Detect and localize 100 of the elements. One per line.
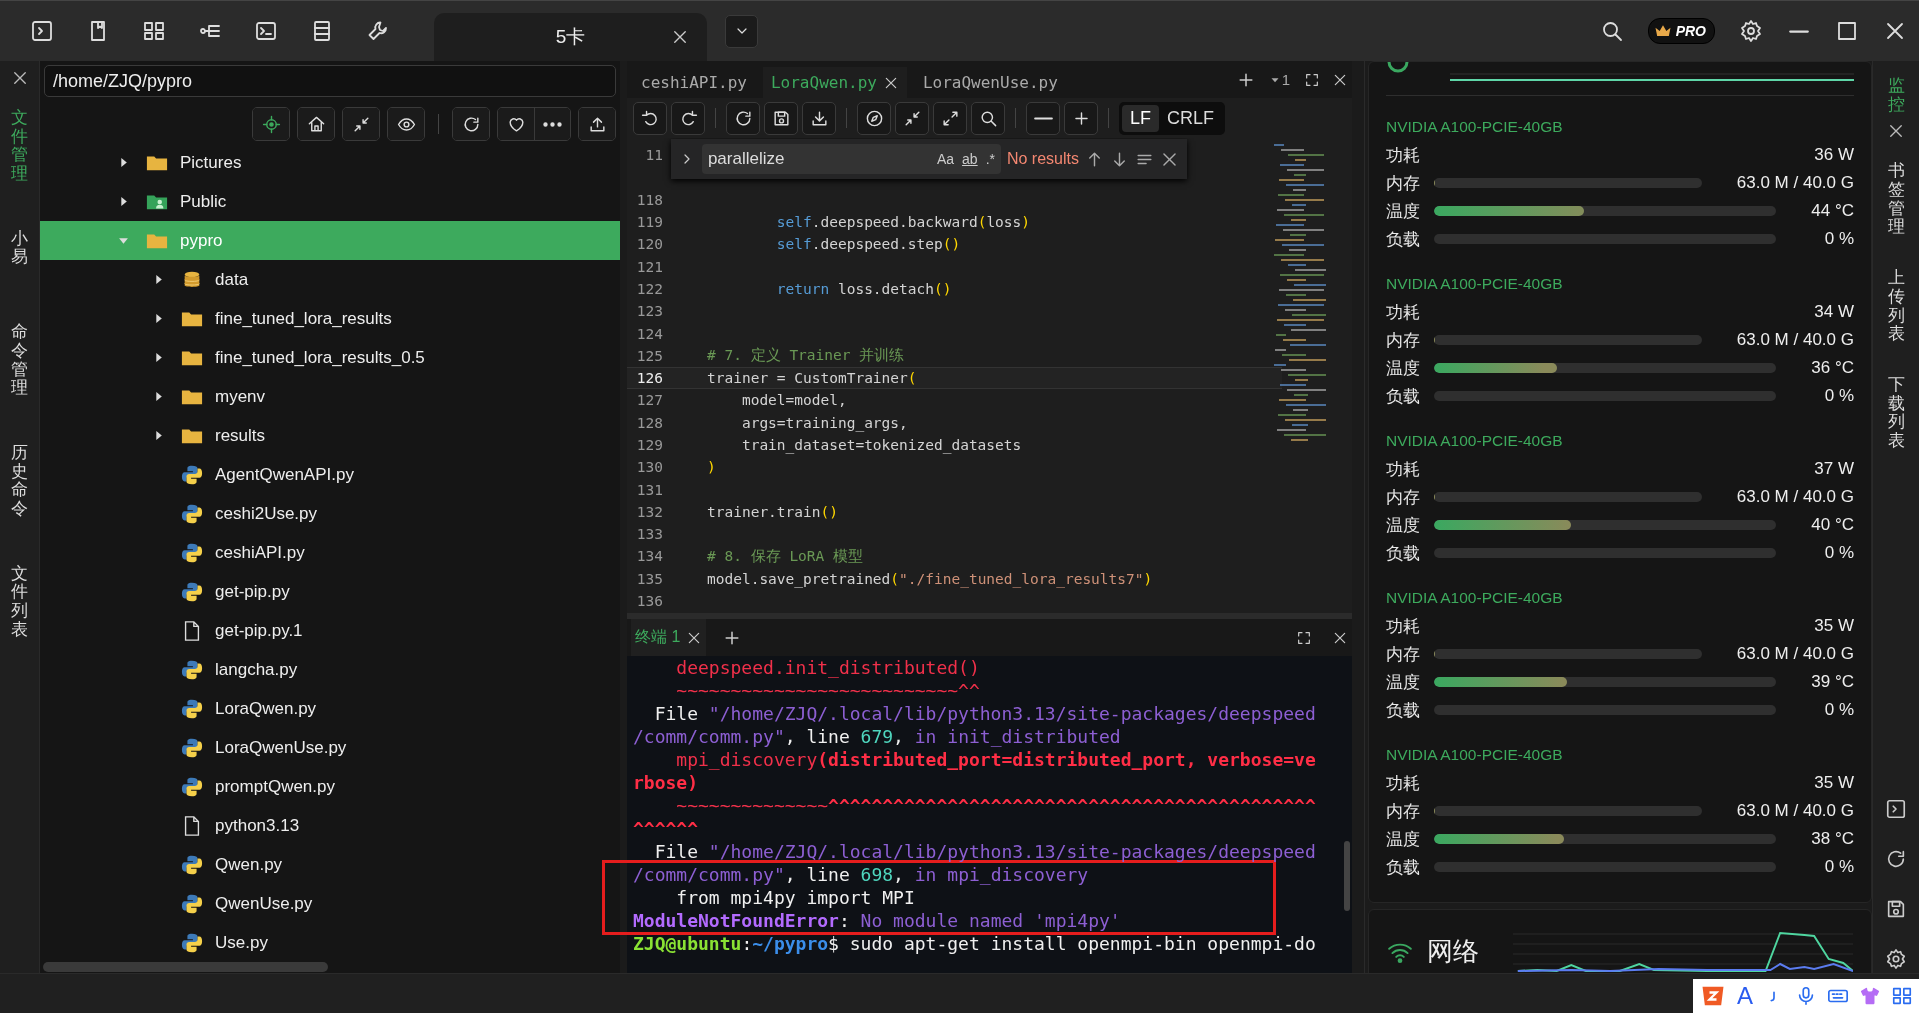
expand-arrow-icon[interactable] — [153, 430, 164, 441]
grid-icon[interactable] — [142, 19, 166, 43]
tree-item[interactable]: AgentQwenAPI.py — [40, 455, 620, 494]
wrench-icon[interactable] — [366, 19, 390, 43]
console-icon[interactable] — [254, 19, 278, 43]
tree-item[interactable]: langcha.py — [40, 650, 620, 689]
line-number: 128 — [635, 414, 663, 431]
tree-item[interactable]: Pictures — [40, 143, 620, 182]
more-button[interactable] — [534, 108, 570, 140]
tree-item[interactable]: get-pip.py.1 — [40, 611, 620, 650]
tree-item[interactable]: data — [40, 260, 620, 299]
line-number: 120 — [635, 236, 663, 253]
side-tab[interactable]: 监控 — [1887, 77, 1905, 115]
refresh-icon[interactable] — [1885, 848, 1907, 870]
side-tab[interactable]: 书签管理 — [1887, 162, 1905, 238]
save-button[interactable] — [764, 101, 798, 135]
find-field[interactable]: parallelize Aa ab .* — [701, 144, 1001, 174]
crosshair-icon — [261, 114, 281, 134]
home-button[interactable] — [298, 108, 334, 140]
redo-button[interactable] — [671, 101, 705, 135]
side-tab[interactable]: 命令管理 — [11, 323, 28, 398]
side-tab[interactable]: 下载列表 — [1887, 375, 1905, 451]
metric-value: 63.0 M / 40.0 G — [1735, 330, 1854, 350]
shirt-icon[interactable] — [1859, 985, 1881, 1007]
close-icon[interactable] — [671, 28, 689, 46]
expand-arrow-icon[interactable] — [118, 157, 129, 168]
tree-item[interactable]: get-pip.py — [40, 572, 620, 611]
side-tab[interactable]: 文件列表 — [11, 564, 28, 640]
download-button[interactable] — [802, 101, 836, 135]
eye-button[interactable] — [388, 108, 424, 140]
file-tab[interactable]: LoraQwen.py — [762, 67, 907, 98]
expand-button[interactable] — [933, 101, 967, 135]
fullscreen-icon[interactable] — [1296, 629, 1312, 646]
search-button[interactable] — [971, 101, 1005, 135]
file-tab[interactable]: ceshiAPI.py — [633, 67, 755, 98]
minus-icon[interactable] — [1787, 28, 1811, 34]
session-tab[interactable]: 5卡 — [434, 13, 707, 61]
terminal-tab[interactable]: 终端 1 — [631, 619, 707, 656]
side-tab[interactable]: 历史命令 — [11, 443, 28, 519]
terminal-icon[interactable] — [1885, 798, 1907, 820]
tree-item[interactable]: myenv — [40, 377, 620, 416]
tree-item[interactable]: ceshiAPI.py — [40, 533, 620, 572]
grid-icon[interactable] — [1891, 985, 1913, 1007]
scrollbar-thumb[interactable] — [1344, 841, 1350, 911]
gpu-name: NVIDIA A100-PCIE-40GB — [1386, 745, 1564, 765]
expand-arrow-icon[interactable] — [153, 352, 164, 363]
shrink-button[interactable] — [895, 101, 929, 135]
heart-button[interactable] — [498, 108, 534, 140]
metric-label: 内存 — [1386, 643, 1421, 666]
tree-item[interactable]: LoraQwen.py — [40, 689, 620, 728]
search-option[interactable]: ab — [962, 151, 978, 167]
expand-arrow-icon[interactable] — [153, 313, 164, 324]
line-ending-option[interactable]: LF — [1122, 104, 1159, 132]
minus-icon — [1033, 115, 1053, 121]
tree-item[interactable]: fine_tuned_lora_results_0.5 — [40, 338, 620, 377]
expand-arrow-icon[interactable] — [153, 274, 164, 285]
tree-item[interactable]: Public — [40, 182, 620, 221]
crosshair-button[interactable] — [253, 108, 289, 140]
save-icon[interactable] — [1885, 898, 1907, 920]
side-tab[interactable]: 上传列表 — [1887, 269, 1905, 344]
scrollbar-thumb[interactable] — [43, 962, 328, 972]
gear-icon[interactable] — [1885, 948, 1907, 970]
tree-item[interactable]: LoraQwenUse.py — [40, 728, 620, 767]
tree-item[interactable]: Use.py — [40, 923, 620, 962]
tree-item[interactable]: python3.13 — [40, 806, 620, 845]
refresh-button[interactable] — [726, 101, 760, 135]
fullscreen-icon[interactable] — [1304, 71, 1320, 88]
path-field[interactable]: /home/ZJQ/pypro — [44, 65, 616, 97]
side-tab[interactable]: 小易 — [11, 229, 28, 268]
side-tab[interactable]: 文件管理 — [11, 109, 28, 184]
gear-icon[interactable] — [1739, 19, 1763, 43]
undo-button[interactable] — [633, 101, 667, 135]
tree-item[interactable]: fine_tuned_lora_results — [40, 299, 620, 338]
tree-item[interactable]: QwenUse.py — [40, 884, 620, 923]
maximize-icon[interactable] — [1835, 19, 1859, 43]
plus-button[interactable] — [1064, 101, 1098, 135]
expand-arrow-icon[interactable] — [118, 196, 129, 207]
ime-toolbar[interactable]: A — [1693, 979, 1919, 1013]
gpu-name: NVIDIA A100-PCIE-40GB — [1386, 588, 1564, 608]
search-option[interactable]: .* — [985, 151, 995, 167]
line-number: 135 — [635, 570, 663, 587]
refresh-button[interactable] — [453, 108, 489, 140]
code-line: ) — [707, 459, 716, 476]
tree-item[interactable]: results — [40, 416, 620, 455]
shrink-button[interactable] — [343, 108, 379, 140]
metric-value: 0 % — [1823, 386, 1854, 406]
search-option[interactable]: Aa — [936, 151, 955, 167]
tree-item[interactable]: Qwen.py — [40, 845, 620, 884]
pro-badge[interactable]: PRO — [1647, 18, 1715, 44]
tab-list-button[interactable] — [725, 14, 758, 48]
tree-item[interactable]: promptQwen.py — [40, 767, 620, 806]
compass-button[interactable] — [857, 101, 891, 135]
tree-item[interactable]: ceshi2Use.py — [40, 494, 620, 533]
input-mode[interactable]: A — [1737, 982, 1753, 1010]
upload-button[interactable] — [579, 108, 615, 140]
terminal-icon[interactable] — [30, 19, 54, 43]
line-ending-option[interactable]: CRLF — [1159, 104, 1223, 132]
file-tab[interactable]: LoraQwenUse.py — [914, 67, 1066, 98]
minus-button[interactable] — [1026, 101, 1060, 135]
expand-arrow-icon[interactable] — [153, 391, 164, 402]
